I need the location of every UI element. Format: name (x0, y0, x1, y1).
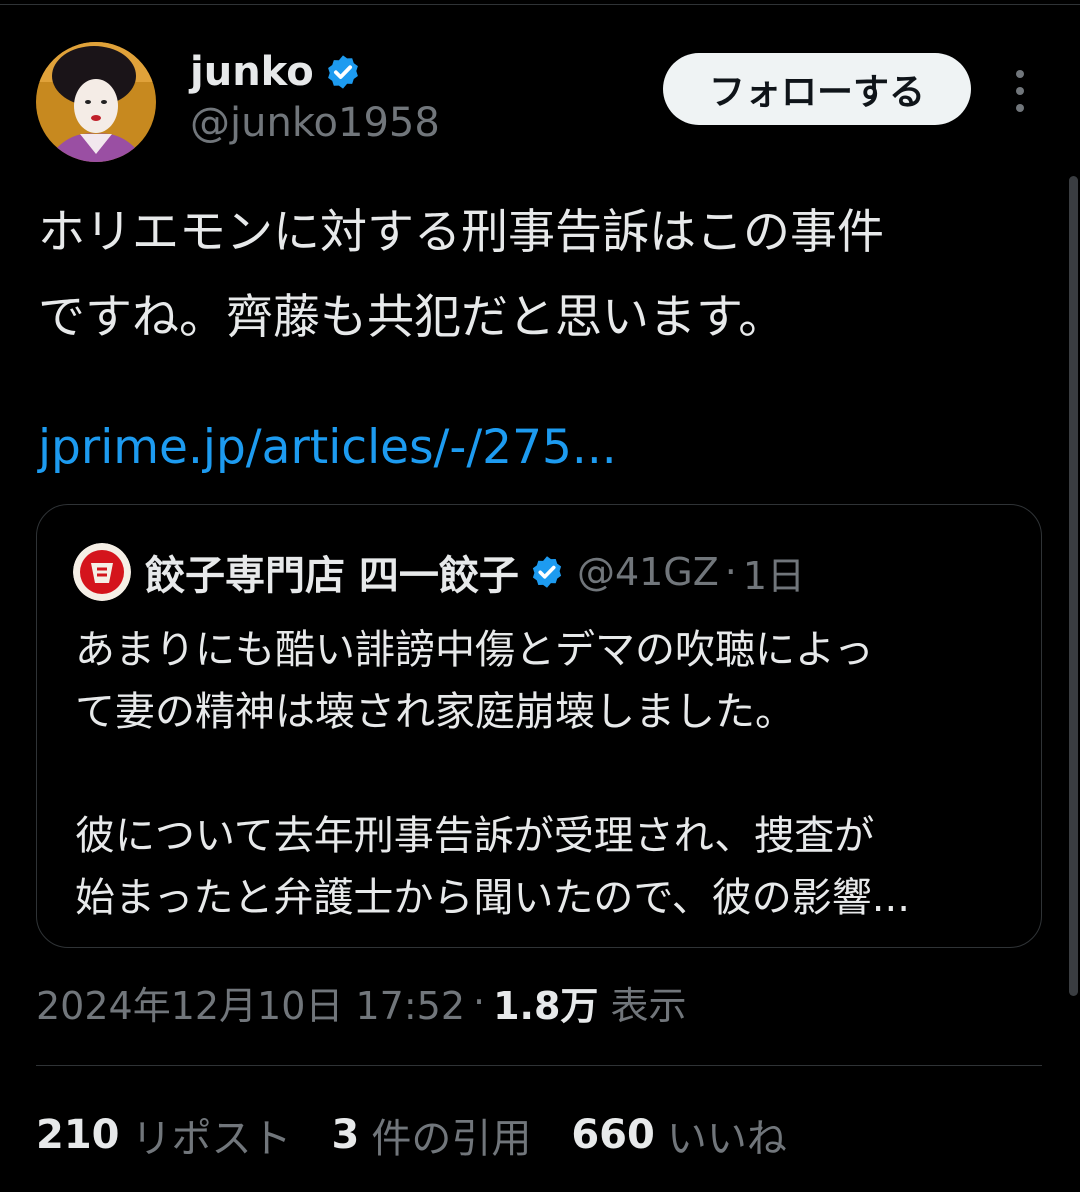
likes-count[interactable]: 660 (571, 1112, 655, 1158)
quoted-avatar[interactable] (73, 543, 131, 601)
scrollbar[interactable] (1069, 176, 1078, 996)
author-avatar[interactable] (36, 42, 156, 162)
likes-label[interactable]: いいね (667, 1106, 787, 1164)
top-divider (0, 4, 1080, 5)
quotes-count[interactable]: 3 (332, 1112, 360, 1158)
verified-badge-icon (327, 55, 358, 89)
meta-separator: · (473, 980, 486, 1024)
author-name-row: junko (190, 44, 362, 100)
quoted-text: あまりにも酷い誹謗中傷とデマの吹聴によっ て妻の精神は壊され家庭崩壊しました。 … (75, 627, 910, 921)
author-handle[interactable]: @junko1958 (190, 100, 440, 146)
tweet-link[interactable]: jprime.jp/articles/-/275... (38, 420, 617, 475)
more-options-icon[interactable] (1006, 70, 1034, 112)
quoted-header: 餃子専門店 四一餃子 @41GZ · 1日 (145, 541, 805, 603)
quoted-tweet[interactable]: 餃子専門店 四一餃子 @41GZ · 1日 あまりにも酷い誹謗中傷とデマの吹聴に… (36, 504, 1042, 948)
quotes-label[interactable]: 件の引用 (371, 1106, 531, 1164)
follow-button[interactable]: フォローする (663, 53, 971, 125)
views-label: 表示 (610, 983, 687, 1028)
author-name[interactable]: junko (190, 49, 314, 95)
tweet-meta: 2024年12月10日 17:52 · 1.8万 表示 (36, 972, 686, 1032)
verified-badge-icon (532, 556, 562, 588)
quoted-handle[interactable]: @41GZ (577, 550, 719, 594)
reposts-label[interactable]: リポスト (132, 1106, 292, 1164)
engagement-stats: 210 リポスト 3 件の引用 660 いいね (36, 1106, 827, 1164)
reposts-count[interactable]: 210 (36, 1112, 120, 1158)
tweet-timestamp[interactable]: 2024年12月10日 17:52 (36, 975, 465, 1030)
quoted-separator: · (724, 550, 737, 594)
quoted-name[interactable]: 餃子専門店 四一餃子 (145, 543, 519, 601)
quoted-timestamp[interactable]: 1日 (743, 545, 805, 600)
divider (36, 1065, 1042, 1066)
views-count: 1.8万 (493, 983, 599, 1028)
tweet-text: ホリエモンに対する刑事告訴はこの事件 ですね。齊藤も共犯だと思います。 (38, 205, 884, 345)
